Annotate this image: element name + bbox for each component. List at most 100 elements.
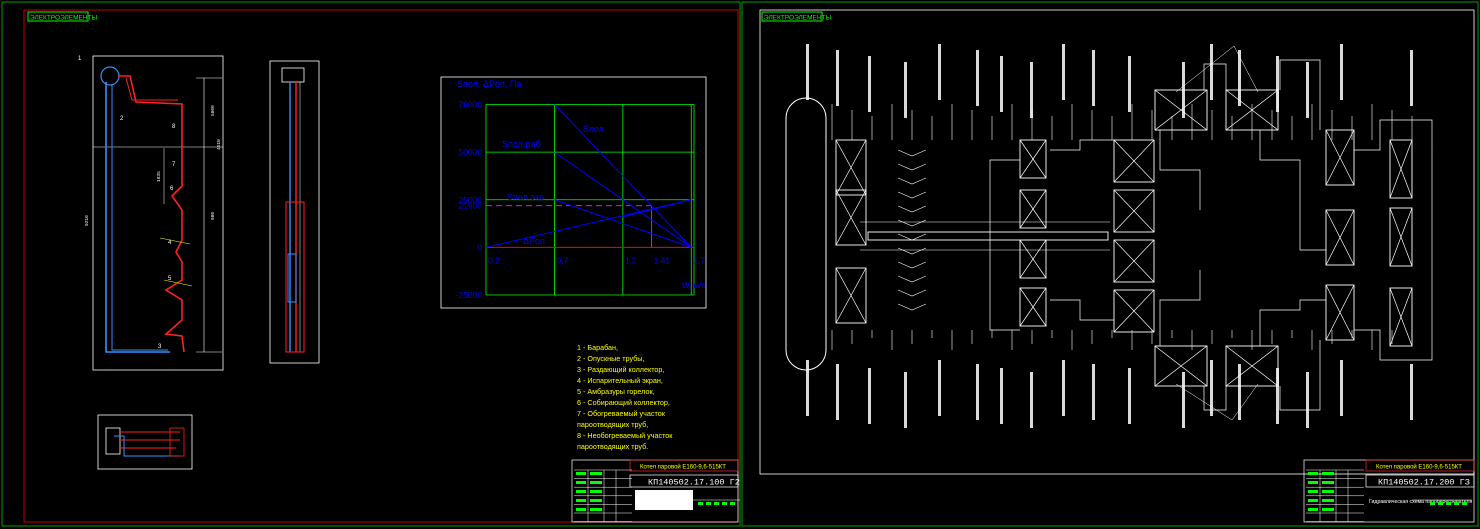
label-bar-top-4	[938, 44, 941, 100]
tb-small-green-2	[1446, 502, 1451, 505]
tb-green-cell-3	[1308, 499, 1318, 502]
label-bar-top-10	[1128, 56, 1131, 112]
dim-label-1: 5000	[210, 105, 216, 116]
tb-small-green-4	[730, 502, 735, 505]
tb-green-cell-b-3	[1322, 499, 1334, 502]
legend-line-1: 1 - Барабан,	[577, 343, 618, 352]
tb-green-cell-b-3	[590, 499, 602, 502]
coil-5	[897, 219, 927, 227]
coil-8	[897, 261, 927, 269]
title-block-1-title: Котел паровой Е160-9,6-515КТ	[640, 464, 726, 471]
sheet-1-tag: ЭЛЕКТРОЭЛЕМЕНТЫ	[30, 15, 98, 22]
tb-green-cell-b-4	[1322, 508, 1334, 511]
label-bar-bot-17	[1410, 364, 1413, 420]
dim-label-2: 4510	[216, 139, 222, 150]
coil-2	[897, 177, 927, 185]
side-view	[269, 60, 320, 364]
loop-pipe-2	[1279, 59, 1321, 130]
tb-small-green-2	[714, 502, 719, 505]
steam-drum-outline	[785, 97, 827, 371]
loop-pipe-11	[989, 159, 1020, 331]
callout-6: 6	[170, 186, 174, 192]
side-view-drum	[281, 67, 305, 83]
x-tick-4: 1,7	[693, 255, 705, 265]
label-bar-top-16	[1340, 44, 1343, 100]
label-bar-bot-15	[1306, 372, 1309, 428]
plan-view-drum	[105, 427, 121, 455]
legend-line-5: 5 - Амбразуры горелок,	[577, 387, 655, 396]
burner-hatch-1	[159, 237, 191, 245]
sheet-2-tag: ЭЛЕКТРОЭЛЕМЕНТЫ	[764, 15, 832, 22]
label-bar-bot-7	[1030, 372, 1033, 428]
sheet-2-outer-frame	[741, 1, 1479, 527]
label-bar-top-11	[1182, 62, 1185, 118]
label-bar-bot-6	[1000, 368, 1003, 424]
callout-3: 3	[158, 344, 162, 350]
label-bar-bot-0	[806, 360, 809, 416]
loop-pipe-8	[1354, 119, 1433, 361]
loop-pipe-0	[1159, 130, 1201, 210]
loop-pipe-6	[1050, 139, 1114, 151]
coil-0	[897, 149, 927, 157]
legend-line-9: 8 - Необогреваемый участок	[577, 431, 673, 440]
x-tick-3: 1,41	[654, 255, 671, 265]
label-bar-bot-10	[1128, 368, 1131, 424]
tb-green-cell-1	[1308, 481, 1318, 484]
series-label-spol-rab: Sпол.раб	[502, 139, 541, 149]
loop-pipe-1	[1259, 130, 1326, 251]
tb-small-green-3	[722, 502, 727, 505]
chart-x-axis-label: W, м/с	[682, 281, 705, 290]
dim-label-4: 900	[210, 212, 216, 220]
label-bar-bot-12	[1210, 360, 1213, 416]
label-bar-bot-13	[1238, 364, 1241, 420]
loop-pipe-10	[1203, 386, 1227, 411]
tb-green-cell-b-0	[590, 472, 602, 475]
callout-7: 7	[172, 162, 176, 168]
tb-green-cell-4	[576, 508, 586, 511]
side-view-burner	[287, 253, 297, 303]
label-bar-top-17	[1410, 50, 1413, 106]
coil-7	[897, 247, 927, 255]
title-block-1-code: КП140502.17.100 Г2	[648, 478, 740, 488]
legend-line-7: 7 - Обогреваемый участок	[577, 409, 666, 418]
loop-pipe-5	[1279, 340, 1321, 411]
boiler-section: 1 2 3 4 5 6 7 8 5000 4510 1835 900 9210	[78, 55, 224, 371]
callout-2: 2	[120, 116, 124, 122]
label-bar-bot-2	[868, 368, 871, 424]
downcomer-pipe	[105, 82, 170, 353]
label-bar-bot-14	[1276, 368, 1279, 424]
dim-label-3: 1835	[156, 171, 162, 182]
legend-line-8: пароотводящих труб,	[577, 420, 648, 429]
y-tick-5: -25000	[456, 290, 483, 300]
side-view-frame	[269, 60, 320, 364]
coil-3	[897, 191, 927, 199]
label-bar-top-7	[1030, 62, 1033, 118]
sheet-2-border	[759, 9, 1475, 475]
tb-small-green-4	[1462, 502, 1467, 505]
tb-green-cell-b-0	[1322, 472, 1334, 475]
callout-8: 8	[172, 124, 176, 130]
y-tick-0: 75000	[458, 100, 482, 110]
main-header	[867, 231, 1109, 241]
tb-green-cell-2	[576, 490, 586, 493]
drawing-canvas: ЭЛЕКТРОЭЛЕМЕНТЫ 1 2 3 4 5 6 7 8 5000 451…	[1, 1, 1479, 527]
sheet-1: ЭЛЕКТРОЭЛЕМЕНТЫ 1 2 3 4 5 6 7 8 5000 451…	[1, 1, 741, 527]
tb-small-green-0	[698, 502, 703, 505]
y-tick-1: 50000	[458, 147, 482, 157]
coil-10	[897, 289, 927, 297]
label-bar-top-8	[1062, 44, 1065, 100]
plan-view	[97, 414, 193, 470]
legend-line-6: 6 - Собирающий коллектор,	[577, 398, 670, 407]
callout-5: 5	[168, 276, 172, 282]
x-tick-2: 1,2	[625, 255, 637, 265]
label-bar-bot-5	[976, 364, 979, 420]
tb-green-cell-4	[1308, 508, 1318, 511]
series-label-dpop: ΔPоп	[523, 236, 545, 246]
legend-line-10: пароотводящих труб.	[577, 442, 648, 451]
label-bar-bot-3	[904, 372, 907, 428]
plan-view-pipes-red	[120, 431, 180, 449]
label-bar-top-3	[904, 62, 907, 118]
label-bar-top-15	[1306, 62, 1309, 118]
drum-circle	[100, 66, 120, 86]
loop-pipe-9	[1203, 63, 1227, 90]
